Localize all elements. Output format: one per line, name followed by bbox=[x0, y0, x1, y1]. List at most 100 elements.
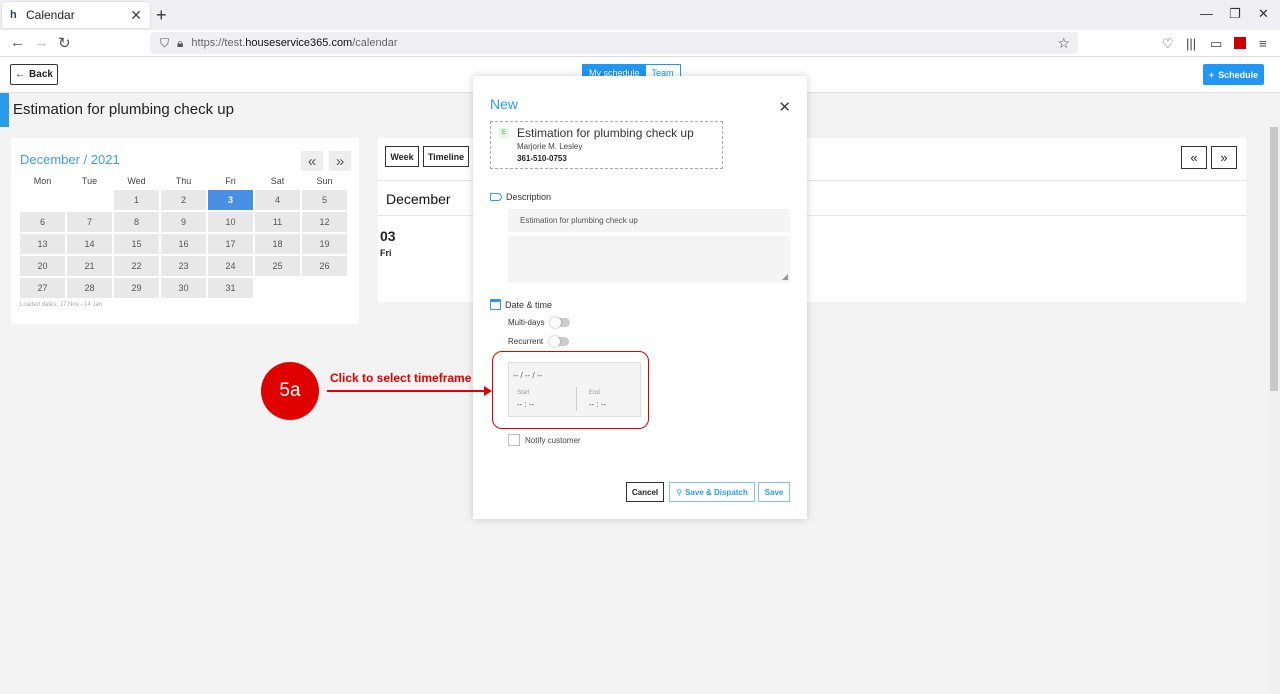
calendar-day[interactable]: 25 bbox=[255, 256, 300, 276]
multi-days-row: Multi-days bbox=[508, 317, 571, 328]
step-marker: 5a bbox=[261, 362, 319, 420]
calendar-day[interactable]: 12 bbox=[302, 212, 347, 232]
weekday-header: Tue bbox=[81, 176, 98, 186]
app-favicon-icon: h bbox=[10, 9, 17, 21]
calendar-day[interactable]: 18 bbox=[255, 234, 300, 254]
wrench-icon: ⚲ bbox=[676, 487, 683, 497]
calendar-day[interactable]: 21 bbox=[67, 256, 112, 276]
tab-title: Calendar bbox=[26, 8, 75, 22]
datetime-label-text: Date & time bbox=[505, 299, 553, 310]
calendar-day-empty bbox=[67, 190, 112, 210]
calendar-day[interactable]: 8 bbox=[114, 212, 159, 232]
calendar-day[interactable]: 29 bbox=[114, 278, 159, 298]
calendar-day[interactable]: 2 bbox=[161, 190, 206, 210]
new-tab-icon[interactable]: + bbox=[156, 5, 167, 26]
address-bar[interactable]: ⛉ 🔒︎ https://test. houseservice365.com/ca… bbox=[150, 32, 1078, 54]
calendar-day[interactable]: 14 bbox=[67, 234, 112, 254]
calendar-day[interactable]: 11 bbox=[255, 212, 300, 232]
library-icon[interactable]: ||| bbox=[1186, 36, 1196, 51]
calendar-day[interactable]: 6 bbox=[20, 212, 65, 232]
calendar-day[interactable]: 10 bbox=[208, 212, 253, 232]
calendar-day[interactable]: 16 bbox=[161, 234, 206, 254]
weekday-header: Sat bbox=[270, 176, 285, 186]
calendar-day[interactable]: 9 bbox=[161, 212, 206, 232]
calendar-day[interactable]: 7 bbox=[67, 212, 112, 232]
calendar-day[interactable]: 30 bbox=[161, 278, 206, 298]
job-card[interactable]: E Estimation for plumbing check up Marjo… bbox=[490, 121, 723, 169]
schedule-label: Schedule bbox=[1218, 69, 1259, 80]
mini-calendar: December / 2021 « » Mon Tue Wed Thu Fri Sat Su… bbox=[11, 138, 359, 324]
plus-icon: + bbox=[1208, 69, 1215, 80]
next-month-button[interactable]: » bbox=[329, 151, 351, 171]
recurrent-toggle[interactable] bbox=[549, 336, 570, 347]
resize-grip-icon[interactable]: ◢ bbox=[782, 272, 788, 281]
back-arrow-icon[interactable]: ← bbox=[10, 34, 25, 51]
menu-icon[interactable]: ≡ bbox=[1259, 36, 1267, 51]
calendar-day[interactable]: 3 bbox=[208, 190, 253, 210]
next-period-button[interactable]: » bbox=[1211, 146, 1237, 169]
calendar-day[interactable]: 5 bbox=[302, 190, 347, 210]
save-button[interactable]: Save bbox=[758, 482, 790, 502]
prev-month-button[interactable]: « bbox=[301, 151, 323, 171]
lock-icon: 🔒︎ bbox=[177, 35, 184, 50]
calendar-day[interactable]: 1 bbox=[114, 190, 159, 210]
calendar-day[interactable]: 13 bbox=[20, 234, 65, 254]
calendar-day[interactable]: 24 bbox=[208, 256, 253, 276]
prev-period-button[interactable]: « bbox=[1181, 146, 1207, 169]
calendar-day[interactable]: 28 bbox=[67, 278, 112, 298]
month-title: December bbox=[386, 191, 451, 207]
calendar-day[interactable]: 17 bbox=[208, 234, 253, 254]
save-dispatch-button[interactable]: ⚲ Save & Dispatch bbox=[669, 482, 755, 502]
reload-icon[interactable]: ↻ bbox=[58, 34, 71, 52]
close-window-icon[interactable]: ✕ bbox=[1258, 6, 1269, 22]
mini-calendar-title: December / 2021 bbox=[20, 152, 120, 167]
job-customer: Marjorie M. Lesley bbox=[517, 142, 583, 151]
weekday-header: Mon bbox=[33, 176, 52, 186]
calendar-day[interactable]: 20 bbox=[20, 256, 65, 276]
calendar-day[interactable]: 26 bbox=[302, 256, 347, 276]
scroll-thumb[interactable] bbox=[1270, 127, 1278, 391]
restore-icon[interactable]: ❐ bbox=[1229, 6, 1241, 22]
calendar-day[interactable]: 15 bbox=[114, 234, 159, 254]
tab-close-icon[interactable]: ✕ bbox=[130, 7, 142, 24]
recurrent-label: Recurrent bbox=[508, 337, 544, 346]
forward-arrow-icon[interactable]: → bbox=[34, 34, 49, 51]
page-title: Estimation for plumbing check up bbox=[13, 101, 234, 118]
description-textarea[interactable]: ◢ bbox=[508, 236, 790, 283]
bookmark-star-icon[interactable]: ☆ bbox=[1057, 35, 1070, 52]
calendar-day[interactable]: 22 bbox=[114, 256, 159, 276]
calendar-day[interactable]: 4 bbox=[255, 190, 300, 210]
weekday-header: Thu bbox=[175, 176, 192, 186]
notify-customer-row: Notify customer bbox=[508, 434, 581, 446]
job-phone: 361-510-0753 bbox=[517, 154, 567, 163]
schedule-button[interactable]: + Schedule bbox=[1203, 64, 1264, 85]
sidebar-icon[interactable]: ▭ bbox=[1210, 36, 1222, 52]
timeline-view-button[interactable]: Timeline bbox=[423, 146, 469, 167]
page-scrollbar[interactable] bbox=[1268, 127, 1280, 694]
week-view-button[interactable]: Week bbox=[385, 146, 419, 167]
multi-days-toggle[interactable] bbox=[550, 317, 571, 328]
extension-icon[interactable] bbox=[1234, 37, 1246, 49]
back-button[interactable]: ← Back bbox=[10, 64, 58, 85]
chevron-double-right-icon: » bbox=[1220, 150, 1228, 165]
url-path: /calendar bbox=[352, 37, 398, 49]
save-dispatch-label: Save & Dispatch bbox=[685, 487, 748, 497]
calendar-day[interactable]: 27 bbox=[20, 278, 65, 298]
arrow-left-icon: ← bbox=[15, 69, 26, 80]
description-input[interactable]: Estimation for plumbing check up bbox=[508, 209, 790, 232]
notify-customer-checkbox[interactable] bbox=[508, 434, 520, 446]
browser-tab-calendar[interactable]: h Calendar ✕ bbox=[2, 2, 150, 28]
description-label-text: Description bbox=[506, 192, 552, 202]
weekday-header: Sun bbox=[316, 176, 333, 186]
pocket-icon[interactable]: ♡ bbox=[1162, 36, 1174, 52]
cancel-button[interactable]: Cancel bbox=[626, 482, 664, 502]
calendar-day[interactable]: 31 bbox=[208, 278, 253, 298]
tag-icon bbox=[490, 193, 502, 201]
calendar-day[interactable]: 19 bbox=[302, 234, 347, 254]
minimize-icon[interactable]: — bbox=[1200, 6, 1213, 21]
close-icon[interactable]: ✕ bbox=[778, 98, 791, 116]
browser-navbar: ← → ↻ ⛉ 🔒︎ https://test. houseservice365.… bbox=[0, 30, 1280, 57]
weekday-header: Wed bbox=[127, 176, 146, 186]
annotation-text: Click to select timeframe bbox=[330, 371, 472, 385]
calendar-day[interactable]: 23 bbox=[161, 256, 206, 276]
